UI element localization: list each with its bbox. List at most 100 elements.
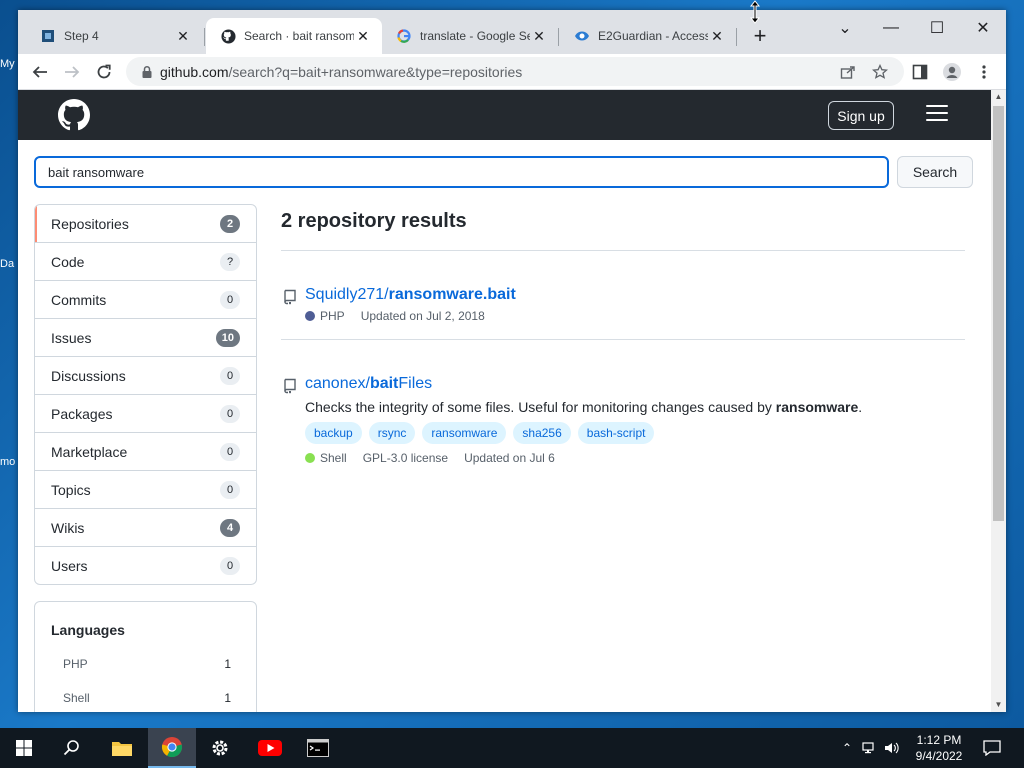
- filter-users[interactable]: Users 0: [35, 547, 256, 584]
- language-color-dot: [305, 453, 315, 463]
- filter-label: Commits: [51, 291, 107, 308]
- search-input[interactable]: [34, 156, 889, 188]
- desktop-icon-label[interactable]: mo: [0, 456, 15, 468]
- page-viewport: Sign up Search Repositories 2 Code ? Com…: [18, 90, 991, 712]
- maximize-button[interactable]: ☐: [914, 14, 960, 42]
- filter-count-badge: 2: [220, 214, 240, 233]
- taskbar-clock[interactable]: 1:12 PM 9/4/2022: [906, 732, 972, 764]
- reload-button[interactable]: [90, 58, 118, 86]
- avatar-icon: [943, 63, 961, 81]
- repo-link-canonex-baitfiles[interactable]: canonex/baitFiles: [305, 375, 432, 393]
- tab-search-dropdown-icon[interactable]: ⌄: [822, 14, 868, 42]
- filter-label: Marketplace: [51, 443, 128, 460]
- side-panel-button[interactable]: [906, 58, 934, 86]
- address-bar[interactable]: github.com /search?q=bait+ransomware&typ…: [126, 57, 904, 86]
- sign-up-button[interactable]: Sign up: [828, 101, 894, 130]
- share-icon: [840, 66, 855, 79]
- desktop-icon-label[interactable]: Da: [0, 258, 14, 270]
- chrome-menu-button[interactable]: [970, 58, 998, 86]
- url-path: /search?q=bait+ransomware&type=repositor…: [228, 63, 523, 80]
- taskbar-chrome[interactable]: [148, 728, 196, 768]
- tab-close-icon[interactable]: ✕: [708, 28, 726, 45]
- reload-icon: [97, 64, 111, 79]
- filter-discussions[interactable]: Discussions 0: [35, 357, 256, 395]
- filter-count-badge: 0: [220, 557, 240, 575]
- repo-icon: [284, 378, 296, 394]
- scrollbar-thumb[interactable]: [993, 106, 1004, 521]
- repo-name-tail: Files: [398, 375, 433, 392]
- tab-e2guardian[interactable]: E2Guardian - Access ✕: [560, 18, 736, 54]
- profile-button[interactable]: [938, 58, 966, 86]
- action-center-button[interactable]: [970, 728, 1014, 768]
- taskbar-file-explorer[interactable]: [98, 728, 146, 768]
- back-button[interactable]: [26, 58, 54, 86]
- bookmark-button[interactable]: [866, 58, 894, 86]
- taskbar-youtube[interactable]: [246, 728, 294, 768]
- filter-label: Wikis: [51, 519, 85, 536]
- topic-tag[interactable]: rsync: [368, 422, 416, 444]
- resize-cursor-icon: [749, 0, 761, 24]
- filter-wikis[interactable]: Wikis 4: [35, 509, 256, 547]
- close-window-button[interactable]: ✕: [960, 14, 1006, 42]
- tab-github-search[interactable]: Search · bait ransomware ✕: [206, 18, 382, 54]
- taskbar-search-button[interactable]: [48, 728, 96, 768]
- github-header: Sign up: [18, 90, 991, 140]
- network-icon[interactable]: [862, 741, 878, 755]
- repo-license: GPL-3.0 license: [362, 451, 449, 465]
- forward-button[interactable]: [58, 58, 86, 86]
- repo-link-squidly271-ransomware-bait[interactable]: Squidly271/ransomware.bait: [305, 286, 516, 304]
- tab-close-icon[interactable]: ✕: [530, 28, 548, 45]
- topic-tag[interactable]: sha256: [513, 422, 571, 444]
- taskbar-settings[interactable]: [196, 728, 244, 768]
- language-filter-shell[interactable]: Shell 1: [63, 691, 231, 705]
- repo-language: Shell: [320, 451, 347, 465]
- tab-close-icon[interactable]: ✕: [174, 28, 192, 45]
- filter-code[interactable]: Code ?: [35, 243, 256, 281]
- topic-tags: backup rsync ransomware sha256 bash-scri…: [305, 422, 661, 444]
- topic-tag[interactable]: ransomware: [422, 422, 507, 444]
- url-host: github.com: [160, 63, 229, 80]
- tab-google-translate[interactable]: translate - Google Search ✕: [382, 18, 558, 54]
- filter-repositories[interactable]: Repositories 2: [35, 205, 256, 243]
- show-hidden-icons-icon[interactable]: ⌃: [838, 741, 856, 755]
- topic-tag[interactable]: bash-script: [577, 422, 655, 444]
- repo-name-match: ransomware.bait: [388, 286, 516, 303]
- share-button[interactable]: [834, 58, 862, 86]
- description-text: .: [858, 399, 863, 415]
- start-button[interactable]: [0, 728, 48, 768]
- filter-packages[interactable]: Packages 0: [35, 395, 256, 433]
- repo-meta: PHP Updated on Jul 2, 2018: [305, 309, 485, 323]
- language-filter-php[interactable]: PHP 1: [63, 657, 231, 671]
- repo-icon: [284, 289, 296, 305]
- e2guardian-favicon-icon: [574, 28, 590, 44]
- side-panel-icon: [912, 64, 928, 80]
- github-logo-icon[interactable]: [58, 99, 90, 131]
- tab-close-icon[interactable]: ✕: [354, 28, 372, 45]
- taskbar-terminal[interactable]: [294, 728, 342, 768]
- description-match: ransomware: [775, 399, 859, 415]
- topic-tag[interactable]: backup: [305, 422, 362, 444]
- filter-label: Topics: [51, 481, 91, 498]
- minimize-button[interactable]: —: [868, 14, 914, 42]
- tab-title: E2Guardian - Access: [598, 29, 708, 43]
- filter-label: Issues: [51, 329, 92, 346]
- more-vert-icon: [982, 65, 986, 79]
- filter-topics[interactable]: Topics 0: [35, 471, 256, 509]
- scroll-down-arrow-icon[interactable]: ▼: [991, 698, 1006, 712]
- page-scrollbar[interactable]: ▲ ▼: [991, 90, 1006, 712]
- clock-time: 1:12 PM: [916, 733, 962, 747]
- hamburger-menu-icon[interactable]: [926, 105, 948, 123]
- scroll-up-arrow-icon[interactable]: ▲: [991, 90, 1006, 104]
- filter-count-badge: 10: [215, 328, 240, 347]
- volume-icon[interactable]: [884, 741, 900, 755]
- filter-issues[interactable]: Issues 10: [35, 319, 256, 357]
- step-favicon-icon: [40, 28, 56, 44]
- desktop-icon-label[interactable]: My: [0, 58, 15, 70]
- search-button[interactable]: Search: [897, 156, 973, 188]
- filter-commits[interactable]: Commits 0: [35, 281, 256, 319]
- languages-title: Languages: [51, 622, 125, 638]
- tab-step-4[interactable]: Step 4 ✕: [26, 18, 202, 54]
- new-tab-button[interactable]: +: [746, 22, 774, 50]
- filter-marketplace[interactable]: Marketplace 0: [35, 433, 256, 471]
- filter-count-badge: 0: [220, 290, 240, 309]
